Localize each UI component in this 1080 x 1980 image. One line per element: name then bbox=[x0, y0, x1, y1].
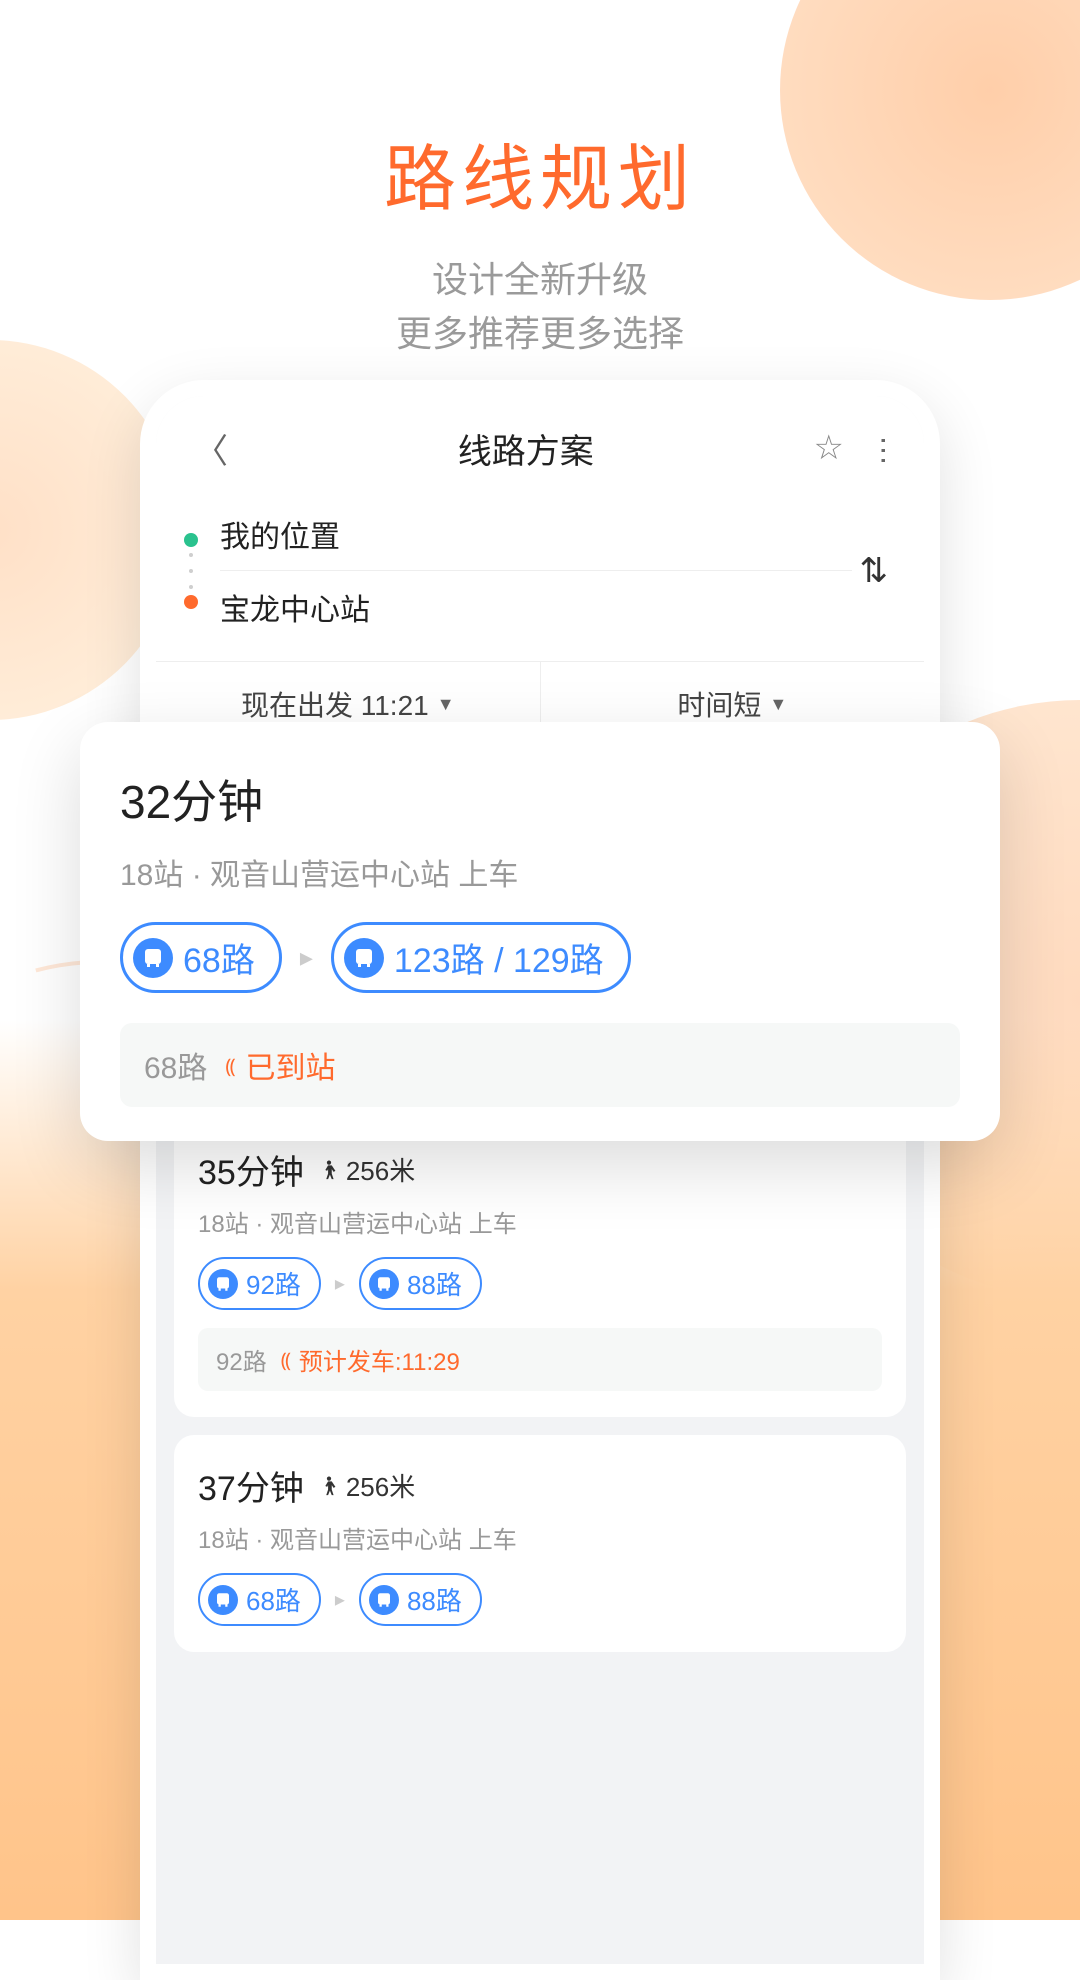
route-duration: 32分钟 bbox=[120, 766, 960, 832]
back-button[interactable]: 〈 bbox=[184, 418, 238, 479]
marketing-sub-line1: 设计全新升级 bbox=[0, 253, 1080, 307]
favorite-button[interactable]: ☆ bbox=[814, 428, 844, 468]
marketing-title: 路线规划 bbox=[0, 0, 1080, 225]
bus-route-label: 88路 bbox=[407, 1581, 462, 1618]
sort-label: 时间短 bbox=[677, 684, 761, 724]
route-duration: 35分钟 bbox=[198, 1145, 304, 1194]
to-location[interactable]: 宝龙中心站 bbox=[220, 571, 852, 643]
status-text: 已到站 bbox=[246, 1043, 336, 1087]
route-meta: 18站 · 观音山营运中心站 上车 bbox=[120, 850, 960, 894]
marketing-sub-line2: 更多推荐更多选择 bbox=[0, 307, 1080, 361]
marketing-subtitle: 设计全新升级 更多推荐更多选择 bbox=[0, 253, 1080, 361]
page-title: 线路方案 bbox=[458, 424, 594, 473]
bus-route-label: 88路 bbox=[407, 1265, 462, 1302]
bus-icon bbox=[344, 938, 384, 978]
bus-route-pill[interactable]: 123路 / 129路 bbox=[331, 922, 631, 993]
transfer-arrow-icon: ▸ bbox=[335, 1587, 345, 1612]
bus-route-pill[interactable]: 92路 bbox=[198, 1257, 321, 1310]
dropdown-icon: ▼ bbox=[437, 694, 455, 715]
bus-icon bbox=[369, 1269, 399, 1299]
walk-distance: 256米 bbox=[346, 1467, 415, 1504]
bus-route-pill[interactable]: 68路 bbox=[198, 1573, 321, 1626]
more-button[interactable]: ⋯ bbox=[865, 435, 900, 461]
bus-icon bbox=[133, 938, 173, 978]
walk-icon bbox=[318, 1475, 340, 1497]
route-status: 68路 ⸨ 已到站 bbox=[120, 1023, 960, 1107]
bus-icon bbox=[369, 1585, 399, 1615]
bus-route-label: 68路 bbox=[183, 933, 255, 982]
route-meta: 18站 · 观音山营运中心站 上车 bbox=[198, 1520, 882, 1555]
bus-icon bbox=[208, 1269, 238, 1299]
status-route-label: 68路 bbox=[144, 1043, 207, 1087]
depart-time-label: 现在出发 11:21 bbox=[241, 684, 429, 724]
route-status: 92路 ⸨ 预计发车:11:29 bbox=[198, 1328, 882, 1391]
transfer-arrow-icon: ▸ bbox=[335, 1271, 345, 1296]
route-card[interactable]: 37分钟 256米 18站 · 观音山营运中心站 上车 68路 ▸ 88路 bbox=[174, 1435, 906, 1652]
bus-route-pill[interactable]: 68路 bbox=[120, 922, 282, 993]
dropdown-icon: ▼ bbox=[769, 694, 787, 715]
highlighted-route-card[interactable]: 32分钟 18站 · 观音山营运中心站 上车 68路 ▸ 123路 / 129路… bbox=[80, 722, 1000, 1141]
from-location[interactable]: 我的位置 bbox=[220, 498, 852, 571]
route-card[interactable]: 35分钟 256米 18站 · 观音山营运中心站 上车 92路 ▸ 88路 bbox=[174, 1119, 906, 1417]
bus-route-pill[interactable]: 88路 bbox=[359, 1573, 482, 1626]
swap-button[interactable]: ⇅ bbox=[852, 543, 897, 599]
bus-icon bbox=[208, 1585, 238, 1615]
route-duration: 37分钟 bbox=[198, 1461, 304, 1510]
bus-route-label: 68路 bbox=[246, 1581, 301, 1618]
walk-icon bbox=[318, 1159, 340, 1181]
status-route-label: 92路 bbox=[216, 1342, 267, 1377]
signal-icon: ⸨ bbox=[281, 1346, 291, 1373]
status-text: 预计发车:11:29 bbox=[299, 1342, 460, 1377]
transfer-arrow-icon: ▸ bbox=[300, 942, 313, 973]
walk-distance: 256米 bbox=[346, 1151, 415, 1188]
bus-route-label: 123路 / 129路 bbox=[394, 933, 604, 982]
route-meta: 18站 · 观音山营运中心站 上车 bbox=[198, 1204, 882, 1239]
phone-mockup: 〈 线路方案 ☆ ⋯ 我的位置 宝龙中心站 ⇅ 现在出发 11:21 ▼ bbox=[140, 380, 940, 1980]
bus-route-label: 92路 bbox=[246, 1265, 301, 1302]
signal-icon: ⸨ bbox=[225, 1052, 235, 1079]
bus-route-pill[interactable]: 88路 bbox=[359, 1257, 482, 1310]
route-endpoints-icon bbox=[184, 533, 198, 609]
